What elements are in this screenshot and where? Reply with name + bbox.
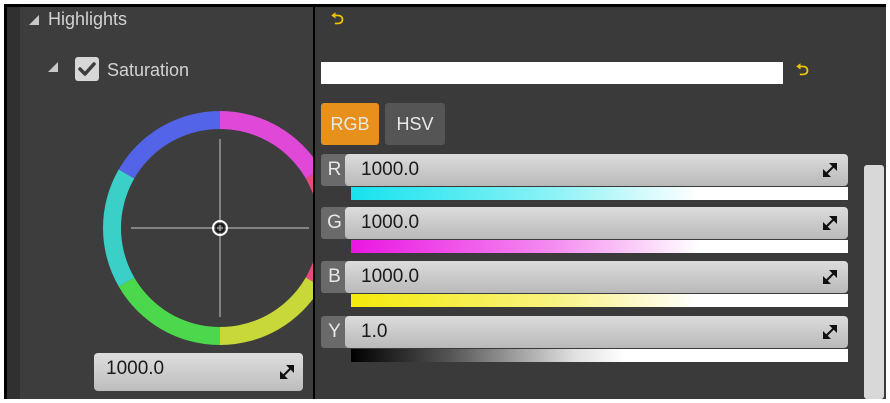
channel-y-value: 1.0 xyxy=(361,321,388,342)
channel-g-field[interactable]: 1000.0 xyxy=(345,207,848,239)
channel-y-field[interactable]: 1.0 xyxy=(345,316,848,348)
drag-arrow-icon xyxy=(280,365,294,379)
saturation-checkbox[interactable] xyxy=(75,57,99,81)
reset-arrow-icon[interactable]: ⮌ xyxy=(331,12,344,28)
saturation-label: Saturation xyxy=(107,60,190,80)
hsv-mode-button[interactable]: HSV xyxy=(385,103,445,145)
collapse-arrow-icon[interactable] xyxy=(48,62,58,72)
channel-r-field[interactable]: 1000.0 xyxy=(345,154,848,186)
drag-arrow-icon xyxy=(823,325,837,339)
saturation-value-field[interactable]: 1000.0 xyxy=(94,353,303,391)
channel-g-gradient xyxy=(351,240,848,253)
channel-letter-g: G xyxy=(321,207,348,239)
channel-b-gradient xyxy=(351,294,848,307)
checkmark-icon xyxy=(78,62,96,76)
color-wheel[interactable] xyxy=(103,111,337,345)
left-rail xyxy=(7,7,20,399)
channel-b-value: 1000.0 xyxy=(361,266,420,287)
rgb-mode-button[interactable]: RGB xyxy=(321,103,379,145)
scrollbar[interactable] xyxy=(864,165,884,399)
drag-arrow-icon xyxy=(823,163,837,177)
channel-letter-y: Y xyxy=(321,316,348,348)
channel-y-gradient xyxy=(351,349,848,362)
channel-r-gradient xyxy=(351,187,848,200)
channel-letter-r: R xyxy=(321,154,348,186)
channel-letter-b: B xyxy=(321,261,348,293)
collapse-arrow-icon[interactable] xyxy=(29,15,39,25)
color-preview-bar xyxy=(321,62,783,84)
channel-g-value: 1000.0 xyxy=(361,212,420,233)
channel-b-field[interactable]: 1000.0 xyxy=(345,261,848,293)
section-title: Highlights xyxy=(48,9,128,29)
drag-arrow-icon xyxy=(823,270,837,284)
drag-arrow-icon xyxy=(823,216,837,230)
channel-r-value: 1000.0 xyxy=(361,159,420,180)
saturation-value: 1000.0 xyxy=(106,358,165,379)
reset-arrow-icon[interactable]: ⮌ xyxy=(796,63,809,79)
